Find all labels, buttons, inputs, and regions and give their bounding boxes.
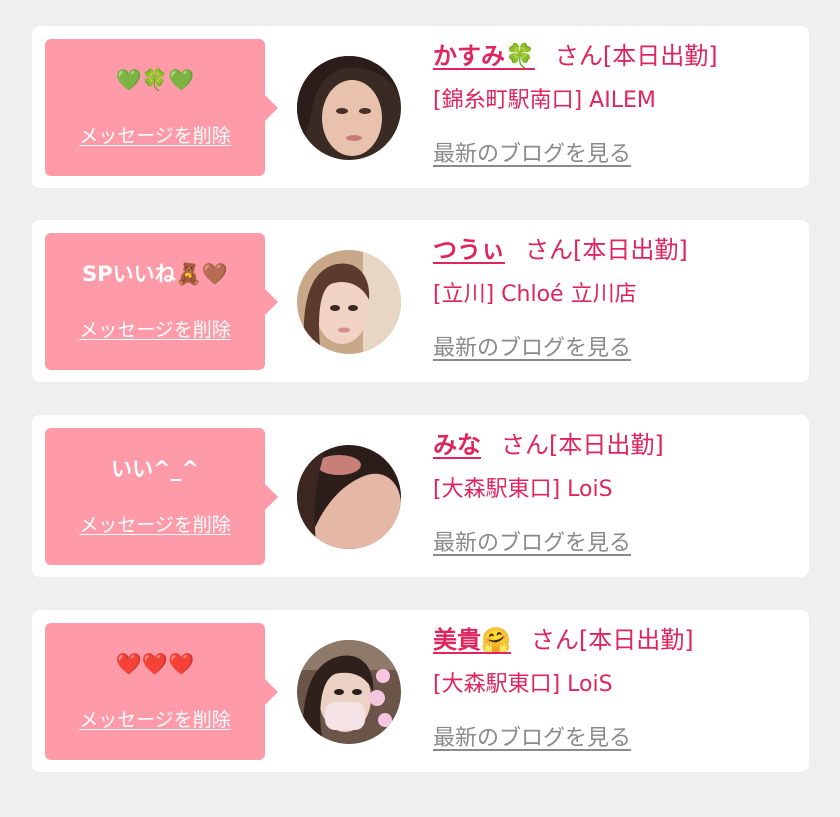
shop-label: [大森駅東口] LoiS [433, 477, 613, 502]
latest-blog-link[interactable]: 最新のブログを見る [433, 140, 631, 170]
sender-name-link[interactable]: かすみ🍀 [433, 42, 535, 70]
latest-blog-link[interactable]: 最新のブログを見る [433, 334, 631, 364]
avatar[interactable] [297, 250, 401, 354]
attendance-status: さん[本日出勤] [554, 42, 718, 70]
message-card: いい^_^ メッセージを削除 みな さん[本日出勤] [大森駅東口] LoiS 最… [32, 415, 809, 577]
message-bubble: SPいいね🧸🤎 メッセージを削除 [45, 233, 278, 370]
message-list: 💚🍀💚 メッセージを削除 かすみ🍀 さん[本日出勤] [錦糸町駅南口] AILEM… [0, 0, 840, 817]
message-card: 💚🍀💚 メッセージを削除 かすみ🍀 さん[本日出勤] [錦糸町駅南口] AILEM… [32, 26, 809, 188]
latest-blog-link[interactable]: 最新のブログを見る [433, 724, 631, 754]
sender-info: つうぃ さん[本日出勤] [立川] Chloé 立川店 最新のブログを見る [433, 232, 799, 364]
message-bubble: いい^_^ メッセージを削除 [45, 428, 278, 565]
message-text: いい^_^ [111, 457, 199, 481]
delete-message-link[interactable]: メッセージを削除 [45, 121, 265, 148]
sender-name-link[interactable]: 美貴🤗 [433, 626, 511, 654]
message-bubble: 💚🍀💚 メッセージを削除 [45, 39, 278, 176]
latest-blog-link[interactable]: 最新のブログを見る [433, 529, 631, 559]
avatar[interactable] [297, 445, 401, 549]
attendance-status: さん[本日出勤] [525, 236, 688, 264]
sender-name-link[interactable]: つうぃ [433, 236, 505, 264]
avatar[interactable] [297, 56, 401, 160]
message-text: 💚🍀💚 [115, 68, 195, 92]
delete-message-link[interactable]: メッセージを削除 [45, 315, 265, 342]
shop-label: [錦糸町駅南口] AILEM [433, 88, 656, 113]
message-card: SPいいね🧸🤎 メッセージを削除 つうぃ さん[本日出勤] [立川] Chloé … [32, 220, 809, 382]
shop-label: [立川] Chloé 立川店 [433, 282, 637, 307]
message-text: SPいいね🧸🤎 [82, 262, 228, 286]
shop-label: [大森駅東口] LoiS [433, 672, 613, 697]
sender-info: 美貴🤗 さん[本日出勤] [大森駅東口] LoiS 最新のブログを見る [433, 622, 799, 754]
sender-info: かすみ🍀 さん[本日出勤] [錦糸町駅南口] AILEM 最新のブログを見る [433, 38, 799, 170]
attendance-status: さん[本日出勤] [501, 431, 664, 459]
message-text: ❤️❤️❤️ [115, 652, 195, 676]
sender-info: みな さん[本日出勤] [大森駅東口] LoiS 最新のブログを見る [433, 427, 799, 559]
message-card: ❤️❤️❤️ メッセージを削除 美貴🤗 さん[本日出勤] [大森駅東口] LoiS [32, 610, 809, 772]
avatar[interactable] [297, 640, 401, 744]
delete-message-link[interactable]: メッセージを削除 [45, 705, 265, 732]
delete-message-link[interactable]: メッセージを削除 [45, 510, 265, 537]
attendance-status: さん[本日出勤] [530, 626, 694, 654]
message-bubble: ❤️❤️❤️ メッセージを削除 [45, 623, 278, 760]
sender-name-link[interactable]: みな [433, 431, 481, 459]
